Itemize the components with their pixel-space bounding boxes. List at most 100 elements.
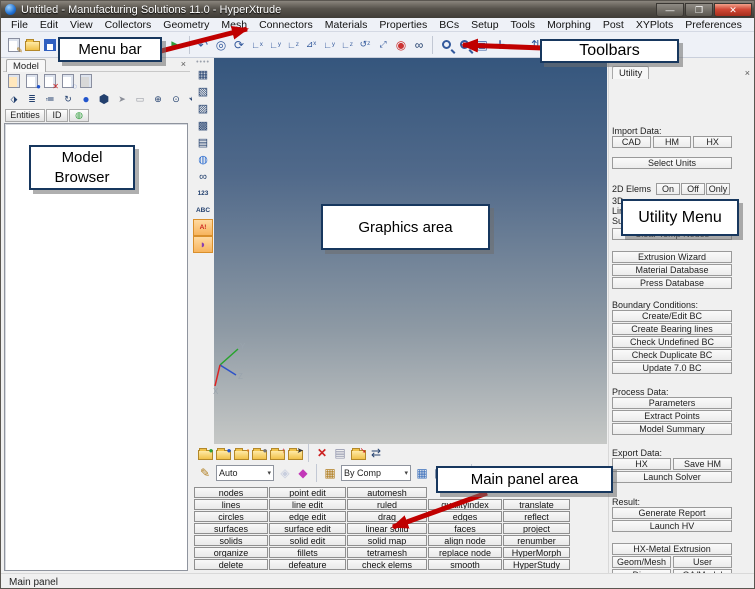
create-edit-bc-button[interactable]: Create/Edit BC	[612, 310, 732, 322]
labels-icon[interactable]: ABC	[193, 202, 213, 219]
zoom-icon[interactable]	[437, 35, 455, 54]
check-duplicate-bc-button[interactable]: Check Duplicate BC	[612, 349, 732, 361]
view-left-icon[interactable]: ∟ˣ	[248, 35, 266, 54]
move-entities-icon[interactable]: ⬗	[5, 90, 23, 109]
panel-button-project[interactable]: project	[503, 523, 570, 534]
hx-metal-extrusion-button[interactable]: HX-Metal Extrusion	[612, 543, 732, 555]
panel-button-circles[interactable]: circles	[194, 511, 268, 522]
panel-button-hyperstudy[interactable]: HyperStudy	[503, 559, 570, 570]
new-session-icon[interactable]: ✎	[5, 35, 23, 54]
panel-button-align-node[interactable]: align node	[428, 535, 502, 546]
unmask-icon[interactable]: ▨	[193, 100, 213, 117]
parameters-button[interactable]: Parameters	[612, 397, 732, 409]
organize-folder-icon[interactable]: ➘	[349, 444, 367, 463]
shaded-topology-icon[interactable]: ◆	[294, 463, 312, 482]
minimize-button[interactable]: —	[656, 3, 684, 17]
panel-button-ruled[interactable]: ruled	[347, 499, 427, 510]
mask-all-icon[interactable]: ▩	[193, 117, 213, 134]
launch-solver-button[interactable]: Launch Solver	[612, 471, 732, 483]
model-summary-button[interactable]: Model Summary	[612, 423, 732, 435]
menu-item-view[interactable]: View	[64, 19, 99, 31]
collapse-list-icon[interactable]: ≔	[41, 90, 59, 109]
model-panel-close-icon[interactable]: ×	[181, 59, 186, 69]
capture-icon[interactable]: ◎	[212, 35, 230, 54]
elems-2d-on-button[interactable]: On	[656, 183, 680, 195]
panel-button-linear-solid[interactable]: linear solid	[347, 523, 427, 534]
model-tree-area[interactable]	[4, 123, 188, 571]
panel-button-organize[interactable]: organize	[194, 547, 268, 558]
menu-item-morphing[interactable]: Morphing	[541, 19, 597, 31]
color-mode-combobox[interactable]: By Comp▾	[341, 465, 411, 481]
card-edit-icon[interactable]: ▤	[331, 444, 349, 463]
column-header-entities[interactable]: Entities	[5, 109, 45, 122]
reverse-mask-icon[interactable]: ▤	[193, 134, 213, 151]
export-hx-button[interactable]: HX	[612, 458, 671, 470]
maximize-button[interactable]: ❐	[685, 3, 713, 17]
menu-item-edit[interactable]: Edit	[34, 19, 64, 31]
zoom-window-icon[interactable]	[455, 35, 473, 54]
expand-list-icon[interactable]: ≣	[23, 90, 41, 109]
component-icon[interactable]: ⬢	[95, 90, 113, 109]
panel-button-smooth[interactable]: smooth	[428, 559, 502, 570]
menu-item-mesh[interactable]: Mesh	[215, 19, 253, 31]
panel-button-surfaces[interactable]: surfaces	[194, 523, 268, 534]
panel-button-delete[interactable]: delete	[194, 559, 268, 570]
spherical-clip-icon[interactable]: ◉	[392, 35, 410, 54]
view-rotate-icon[interactable]: ⤢	[374, 35, 392, 54]
elems-2d-only-button[interactable]: Only	[706, 183, 730, 195]
hm-button[interactable]: HM	[653, 136, 692, 148]
cad-button[interactable]: CAD	[612, 136, 651, 148]
menu-item-tools[interactable]: Tools	[505, 19, 542, 31]
panel-button-line-edit[interactable]: line edit	[269, 499, 346, 510]
panel-button-lines[interactable]: lines	[194, 499, 268, 510]
delete-collector-icon[interactable]: ✕	[41, 72, 59, 91]
view-bottom-icon[interactable]: ⊿ˣ	[302, 35, 320, 54]
panel-button-surface-edit[interactable]: surface edit	[269, 523, 346, 534]
menu-item-post[interactable]: Post	[597, 19, 630, 31]
extract-points-button[interactable]: Extract Points	[612, 410, 732, 422]
observe-entities-icon[interactable]: ∞	[410, 35, 428, 54]
renumber-icon[interactable]: ⇄	[367, 444, 385, 463]
ruler-icon[interactable]: ▭	[131, 90, 149, 109]
panel-button-automesh[interactable]: automesh	[347, 487, 427, 498]
panel-button-qualityindex[interactable]: qualityindex	[428, 499, 502, 510]
geometry-collector-icon[interactable]: ●	[196, 444, 214, 463]
menu-item-connectors[interactable]: Connectors	[253, 19, 319, 31]
refresh-view-icon[interactable]: ⟳	[230, 35, 248, 54]
pointer-icon[interactable]: ➤	[113, 90, 131, 109]
panel-button-solids[interactable]: solids	[194, 535, 268, 546]
isolate-icon[interactable]: ⊙	[167, 90, 185, 109]
panel-button-renumber[interactable]: renumber	[503, 535, 570, 546]
tab-utility[interactable]: Utility	[612, 66, 649, 79]
pan-icon[interactable]: ✛	[491, 35, 509, 54]
press-database-button[interactable]: Press Database	[612, 277, 732, 289]
panel-button-faces[interactable]: faces	[428, 523, 502, 534]
spherical-clipping-icon[interactable]: ◍	[193, 151, 213, 168]
view-iso-icon[interactable]: ↺ᶻ	[356, 35, 374, 54]
update-browser-icon[interactable]: ↻	[59, 90, 77, 109]
tab-model[interactable]: Model	[6, 59, 46, 72]
elems-2d-off-button[interactable]: Off	[681, 183, 705, 195]
visualization-options-icon[interactable]: ◗	[193, 236, 213, 253]
menu-item-bcs[interactable]: BCs	[433, 19, 465, 31]
panel-button-drag[interactable]: drag	[347, 511, 427, 522]
material-database-button[interactable]: Material Database	[612, 264, 732, 276]
extrusion-wizard-button[interactable]: Extrusion Wizard	[612, 251, 732, 263]
save-file-icon[interactable]	[41, 35, 59, 54]
panel-button-fillets[interactable]: fillets	[269, 547, 346, 558]
menu-item-properties[interactable]: Properties	[373, 19, 433, 31]
view-right-icon[interactable]: ∟ʸ	[266, 35, 284, 54]
open-file-icon[interactable]	[23, 35, 41, 54]
select-units-button[interactable]: Select Units	[612, 157, 732, 169]
menu-item-preferences[interactable]: Preferences	[679, 19, 748, 31]
menu-item-xyplots[interactable]: XYPlots	[630, 19, 679, 31]
delete-entities-icon[interactable]: ✕	[313, 444, 331, 463]
close-button[interactable]: ✕	[714, 3, 752, 17]
menu-item-geometry[interactable]: Geometry	[157, 19, 215, 31]
create-bearing-lines-button[interactable]: Create Bearing lines	[612, 323, 732, 335]
panel-button-tetramesh[interactable]: tetramesh	[347, 547, 427, 558]
mesh-collector-icon[interactable]: ●	[214, 444, 232, 463]
shaded-geometry-icon[interactable]: ◈	[276, 463, 294, 482]
column-header-id[interactable]: ID	[46, 109, 68, 122]
user-button[interactable]: User	[673, 556, 732, 568]
